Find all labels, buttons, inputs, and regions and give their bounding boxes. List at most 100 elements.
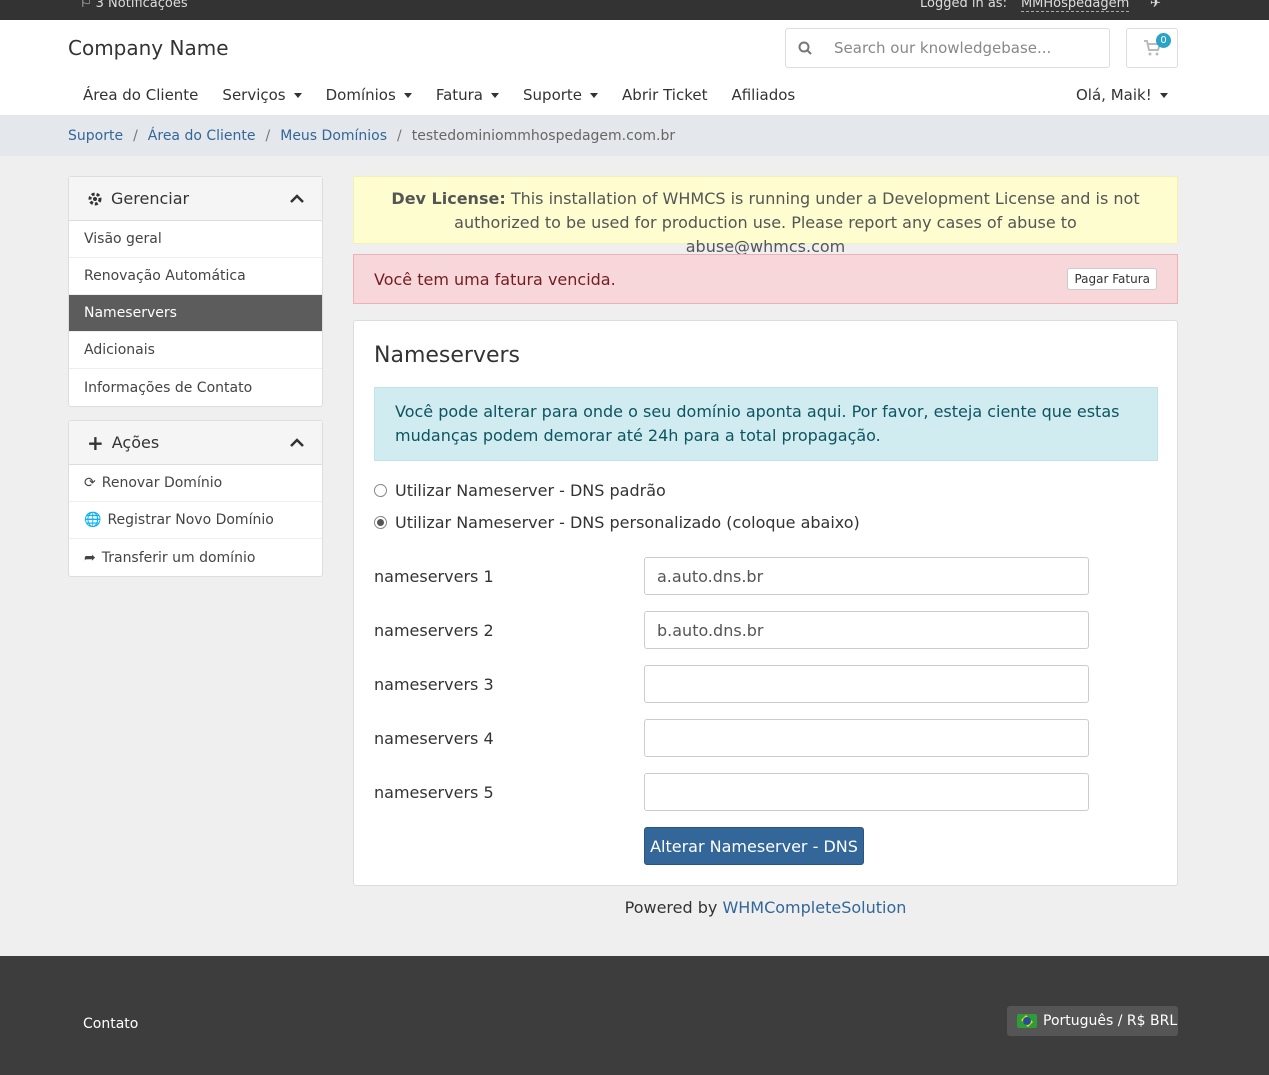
actions-panel: + Ações ⟳ Renovar Domínio 🌐 Registrar No…: [68, 420, 323, 577]
plus-icon: +: [87, 430, 104, 455]
search-box: [785, 28, 1110, 68]
nav-label: Fatura: [435, 86, 484, 104]
radio-dns-default[interactable]: Utilizar Nameserver - DNS padrão: [374, 481, 666, 500]
top-bar: ⚐ 3 Notificações Logged in as: MMHospeda…: [0, 0, 1269, 20]
nameserver-2-input[interactable]: [644, 611, 1089, 649]
nav-label: Suporte: [523, 86, 583, 104]
nav-abrir-ticket[interactable]: Abrir Ticket: [622, 86, 707, 104]
nameserver-label: nameservers 1: [374, 566, 494, 586]
sidebar-item-renovacao[interactable]: Renovação Automática: [69, 258, 322, 295]
caret-down-icon: [293, 92, 302, 98]
footer: Contato Português / R$ BRL: [0, 956, 1269, 1075]
radio-button[interactable]: [374, 516, 387, 529]
nameserver-1-input[interactable]: [644, 557, 1089, 595]
nav-servicos[interactable]: Serviços: [222, 86, 302, 104]
nav-area-cliente[interactable]: Área do Cliente: [83, 86, 198, 104]
sidebar-item-visao-geral[interactable]: Visão geral: [69, 221, 322, 258]
whmcs-link[interactable]: WHMCompleteSolution: [722, 898, 906, 917]
cart-button[interactable]: 0: [1126, 28, 1178, 68]
search-icon: [786, 41, 824, 55]
breadcrumb-separator: /: [265, 128, 271, 144]
sidebar-item-label: Transferir um domínio: [101, 549, 256, 566]
sidebar-item-registrar[interactable]: 🌐 Registrar Novo Domínio: [69, 502, 322, 539]
pin-icon[interactable]: ✈: [1150, 0, 1161, 11]
nav-afiliados[interactable]: Afiliados: [731, 86, 795, 104]
language-selector[interactable]: Português / R$ BRL: [1007, 1006, 1178, 1036]
share-arrow-icon: ➦: [84, 549, 96, 566]
brazil-flag-icon: [1017, 1014, 1037, 1028]
overdue-invoice-alert: Você tem uma fatura vencida. Pagar Fatur…: [353, 254, 1178, 304]
powered-by: Powered by WHMCompleteSolution: [353, 898, 1178, 917]
actions-panel-header[interactable]: + Ações: [69, 421, 322, 465]
nav-label: Área do Cliente: [83, 86, 199, 104]
nav-fatura[interactable]: Fatura: [435, 86, 500, 104]
caret-down-icon: [491, 92, 500, 98]
overdue-invoice-text: Você tem uma fatura vencida.: [374, 269, 616, 289]
change-nameservers-button[interactable]: Alterar Nameserver - DNS: [644, 827, 864, 865]
caret-down-icon: [403, 92, 412, 98]
nav-suporte[interactable]: Suporte: [523, 86, 599, 104]
gear-icon: [88, 192, 102, 205]
radio-button[interactable]: [374, 484, 387, 497]
breadcrumb-meus-dominios[interactable]: Meus Domínios: [280, 128, 387, 144]
sidebar-item-label: Registrar Novo Domínio: [107, 512, 274, 528]
header: Company Name 0 Área do Cliente Serviços …: [0, 20, 1269, 116]
notifications-link[interactable]: ⚐ 3 Notificações: [80, 0, 188, 11]
chevron-up-icon[interactable]: [290, 437, 304, 448]
logged-in-info: Logged in as: MMHospedagem: [920, 0, 1130, 12]
radio-dns-custom[interactable]: Utilizar Nameserver - DNS personalizado …: [374, 513, 860, 532]
nav-label: Abrir Ticket: [622, 86, 708, 104]
nameserver-row: nameservers 3: [374, 665, 1090, 703]
breadcrumb-area-cliente[interactable]: Área do Cliente: [148, 128, 256, 144]
pay-invoice-button[interactable]: Pagar Fatura: [1067, 268, 1157, 290]
nameserver-label: nameservers 2: [374, 620, 494, 640]
chevron-up-icon[interactable]: [290, 193, 304, 204]
sidebar-item-renovar[interactable]: ⟳ Renovar Domínio: [69, 465, 322, 502]
nameserver-row: nameservers 1: [374, 557, 1090, 595]
user-menu[interactable]: Olá, Maik!: [1076, 86, 1168, 104]
radio-label: Utilizar Nameserver - DNS personalizado …: [395, 513, 860, 532]
user-greeting: Olá, Maik!: [1076, 86, 1152, 104]
refresh-icon: ⟳: [84, 475, 96, 491]
cart-count-badge: 0: [1156, 33, 1171, 48]
sidebar-item-label: Renovar Domínio: [101, 475, 223, 491]
logged-in-label: Logged in as:: [920, 0, 1007, 11]
radio-label: Utilizar Nameserver - DNS padrão: [395, 481, 666, 500]
dev-license-alert: Dev License: This installation of WHMCS …: [353, 176, 1178, 256]
sidebar-item-nameservers[interactable]: Nameservers: [69, 295, 322, 332]
nameserver-row: nameservers 5: [374, 773, 1090, 811]
logged-in-user[interactable]: MMHospedagem: [1020, 0, 1130, 12]
breadcrumb-suporte[interactable]: Suporte: [68, 128, 123, 144]
caret-down-icon: [590, 92, 599, 98]
dev-license-label: Dev License:: [391, 189, 506, 208]
nameserver-label: nameservers 5: [374, 782, 494, 802]
brand-logo[interactable]: Company Name: [68, 36, 229, 60]
manage-panel-header[interactable]: Gerenciar: [69, 177, 322, 221]
nav-dominios[interactable]: Domínios: [326, 86, 412, 104]
sidebar-item-contato[interactable]: Informações de Contato: [69, 369, 322, 406]
actions-panel-title: Ações: [111, 433, 160, 452]
nameserver-label: nameservers 4: [374, 728, 494, 748]
flag-icon: ⚐: [80, 0, 92, 11]
powered-by-prefix: Powered by: [624, 898, 718, 917]
nameserver-4-input[interactable]: [644, 719, 1089, 757]
nav-label: Afiliados: [731, 86, 796, 104]
breadcrumb: Suporte / Área do Cliente / Meus Domínio…: [0, 116, 1269, 156]
breadcrumb-separator: /: [397, 128, 402, 144]
nameserver-5-input[interactable]: [644, 773, 1089, 811]
nameserver-3-input[interactable]: [644, 665, 1089, 703]
search-input[interactable]: [834, 39, 1104, 57]
breadcrumb-separator: /: [133, 128, 138, 144]
sidebar-item-adicionais[interactable]: Adicionais: [69, 332, 322, 369]
sidebar-item-transferir[interactable]: ➦ Transferir um domínio: [69, 539, 322, 576]
nameservers-info-alert: Você pode alterar para onde o seu domíni…: [374, 387, 1158, 461]
notifications-label: 3 Notificações: [95, 0, 188, 11]
dev-license-text: This installation of WHMCS is running un…: [454, 189, 1140, 256]
nav-label: Serviços: [222, 86, 286, 104]
footer-contact-link[interactable]: Contato: [83, 1016, 138, 1032]
caret-down-icon: [1159, 92, 1168, 98]
nameserver-row: nameservers 2: [374, 611, 1090, 649]
breadcrumb-current: testedominiommhospedagem.com.br: [411, 128, 676, 144]
globe-icon: 🌐: [84, 512, 102, 528]
language-label: Português / R$ BRL: [1043, 1013, 1178, 1029]
